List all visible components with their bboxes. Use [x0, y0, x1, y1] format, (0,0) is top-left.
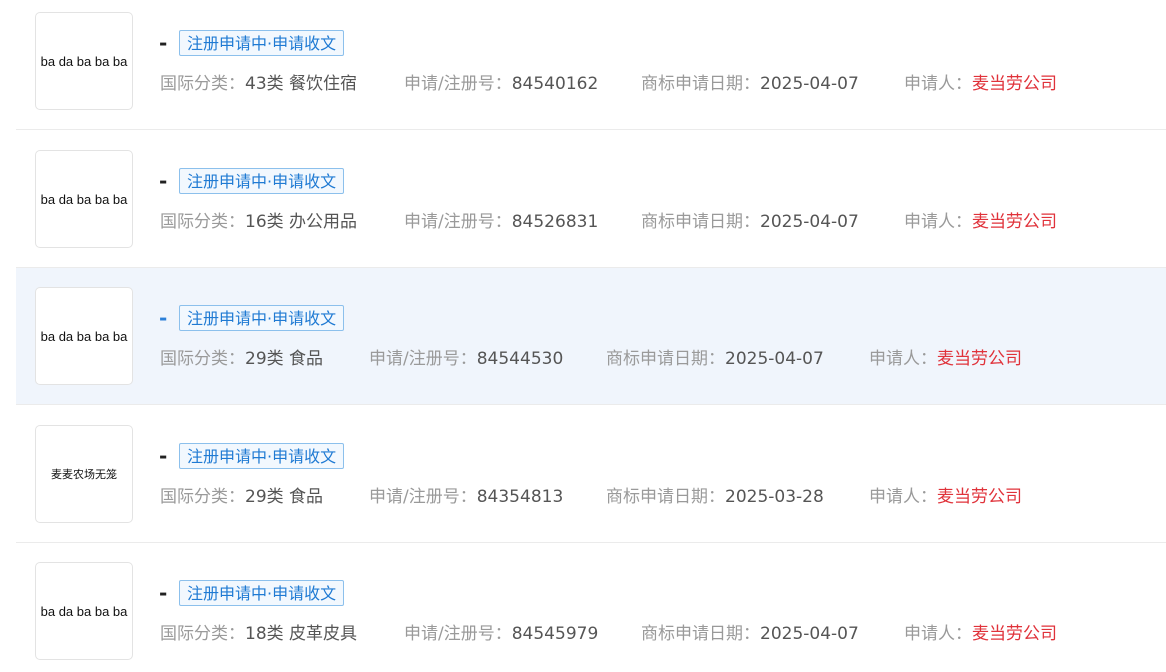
trademark-title: - 注册申请中·申请收文 — [159, 442, 345, 470]
date-value: 2025-04-07 — [760, 624, 859, 644]
trademark-title: - 注册申请中·申请收文 — [159, 304, 345, 332]
reg-no-value: 84526831 — [511, 212, 599, 232]
trademark-logo[interactable]: ba da ba ba ba — [35, 562, 133, 660]
class-field: 国际分类：16类 办公用品 — [160, 207, 357, 232]
status-badge: 注册申请中·申请收文 — [179, 443, 345, 469]
status-badge: 注册申请中·申请收文 — [179, 580, 345, 606]
applicant-field: 申请人：麦当劳公司 — [869, 344, 1022, 369]
trademark-title: - 注册申请中·申请收文 — [159, 167, 345, 195]
applicant-label: 申请人： — [869, 487, 937, 507]
class-field: 国际分类：29类 食品 — [160, 482, 323, 507]
reg-no-field: 申请/注册号：84544530 — [369, 344, 563, 369]
trademark-row[interactable]: ba da ba ba ba - 注册申请中·申请收文 国际分类：18类 皮革皮… — [16, 543, 1166, 672]
applicant-label: 申请人： — [904, 74, 972, 94]
reg-no-value: 84540162 — [511, 74, 599, 94]
applicant-link[interactable]: 麦当劳公司 — [972, 624, 1057, 644]
applicant-label: 申请人： — [869, 349, 937, 369]
trademark-name[interactable]: - — [159, 169, 179, 193]
date-value: 2025-04-07 — [760, 74, 859, 94]
reg-no-value: 84354813 — [476, 487, 564, 507]
trademark-logo-text: ba da ba ba ba — [40, 191, 128, 207]
applicant-link[interactable]: 麦当劳公司 — [972, 212, 1057, 232]
reg-no-field: 申请/注册号：84540162 — [404, 69, 598, 94]
reg-no-label: 申请/注册号： — [369, 349, 477, 369]
trademark-logo-text: 麦麦农场无笼 — [51, 468, 117, 481]
reg-no-label: 申请/注册号： — [404, 212, 512, 232]
date-field: 商标申请日期：2025-04-07 — [641, 619, 859, 644]
class-label: 国际分类： — [160, 624, 245, 644]
date-field: 商标申请日期：2025-03-28 — [606, 482, 824, 507]
reg-no-field: 申请/注册号：84526831 — [404, 207, 598, 232]
class-value: 18类 皮革皮具 — [245, 624, 358, 644]
trademark-name[interactable]: - — [159, 444, 179, 468]
status-badge: 注册申请中·申请收文 — [179, 168, 345, 194]
class-field: 国际分类：18类 皮革皮具 — [160, 619, 357, 644]
date-value: 2025-04-07 — [725, 349, 824, 369]
applicant-field: 申请人：麦当劳公司 — [869, 482, 1022, 507]
applicant-link[interactable]: 麦当劳公司 — [937, 349, 1022, 369]
date-value: 2025-03-28 — [725, 487, 824, 507]
applicant-field: 申请人：麦当劳公司 — [904, 69, 1057, 94]
reg-no-value: 84545979 — [511, 624, 599, 644]
trademark-name[interactable]: - — [159, 306, 179, 330]
trademark-logo-text: ba da ba ba ba — [40, 603, 128, 619]
class-value: 29类 食品 — [245, 487, 324, 507]
date-label: 商标申请日期： — [641, 212, 760, 232]
applicant-link[interactable]: 麦当劳公司 — [937, 487, 1022, 507]
trademark-row[interactable]: 麦麦农场无笼 - 注册申请中·申请收文 国际分类：29类 食品 申请/注册号：8… — [16, 406, 1166, 543]
trademark-list: ba da ba ba ba - 注册申请中·申请收文 国际分类：43类 餐饮住… — [0, 0, 1166, 672]
class-value: 16类 办公用品 — [245, 212, 358, 232]
applicant-label: 申请人： — [904, 212, 972, 232]
applicant-link[interactable]: 麦当劳公司 — [972, 74, 1057, 94]
trademark-name[interactable]: - — [159, 31, 179, 55]
trademark-logo-text: ba da ba ba ba — [40, 53, 128, 69]
trademark-row[interactable]: ba da ba ba ba - 注册申请中·申请收文 国际分类：43类 餐饮住… — [16, 0, 1166, 130]
trademark-logo[interactable]: ba da ba ba ba — [35, 150, 133, 248]
date-value: 2025-04-07 — [760, 212, 859, 232]
class-label: 国际分类： — [160, 212, 245, 232]
date-label: 商标申请日期： — [641, 624, 760, 644]
trademark-row-highlighted[interactable]: ba da ba ba ba - 注册申请中·申请收文 国际分类：29类 食品 … — [16, 268, 1166, 405]
date-field: 商标申请日期：2025-04-07 — [641, 69, 859, 94]
class-field: 国际分类：43类 餐饮住宿 — [160, 69, 357, 94]
class-label: 国际分类： — [160, 487, 245, 507]
reg-no-label: 申请/注册号： — [369, 487, 477, 507]
status-badge: 注册申请中·申请收文 — [179, 30, 345, 56]
date-field: 商标申请日期：2025-04-07 — [606, 344, 824, 369]
applicant-field: 申请人：麦当劳公司 — [904, 619, 1057, 644]
trademark-logo-text: ba da ba ba ba — [40, 328, 128, 344]
trademark-logo[interactable]: 麦麦农场无笼 — [35, 425, 133, 523]
class-label: 国际分类： — [160, 349, 245, 369]
date-label: 商标申请日期： — [641, 74, 760, 94]
date-label: 商标申请日期： — [606, 349, 725, 369]
class-label: 国际分类： — [160, 74, 245, 94]
applicant-label: 申请人： — [904, 624, 972, 644]
reg-no-value: 84544530 — [476, 349, 564, 369]
reg-no-field: 申请/注册号：84545979 — [404, 619, 598, 644]
trademark-title: - 注册申请中·申请收文 — [159, 579, 345, 607]
trademark-logo[interactable]: ba da ba ba ba — [35, 12, 133, 110]
date-field: 商标申请日期：2025-04-07 — [641, 207, 859, 232]
trademark-logo[interactable]: ba da ba ba ba — [35, 287, 133, 385]
reg-no-label: 申请/注册号： — [404, 624, 512, 644]
class-field: 国际分类：29类 食品 — [160, 344, 323, 369]
trademark-title: - 注册申请中·申请收文 — [159, 29, 345, 57]
reg-no-field: 申请/注册号：84354813 — [369, 482, 563, 507]
trademark-name[interactable]: - — [159, 581, 179, 605]
reg-no-label: 申请/注册号： — [404, 74, 512, 94]
trademark-row[interactable]: ba da ba ba ba - 注册申请中·申请收文 国际分类：16类 办公用… — [16, 131, 1166, 268]
applicant-field: 申请人：麦当劳公司 — [904, 207, 1057, 232]
class-value: 43类 餐饮住宿 — [245, 74, 358, 94]
class-value: 29类 食品 — [245, 349, 324, 369]
status-badge: 注册申请中·申请收文 — [179, 305, 345, 331]
date-label: 商标申请日期： — [606, 487, 725, 507]
